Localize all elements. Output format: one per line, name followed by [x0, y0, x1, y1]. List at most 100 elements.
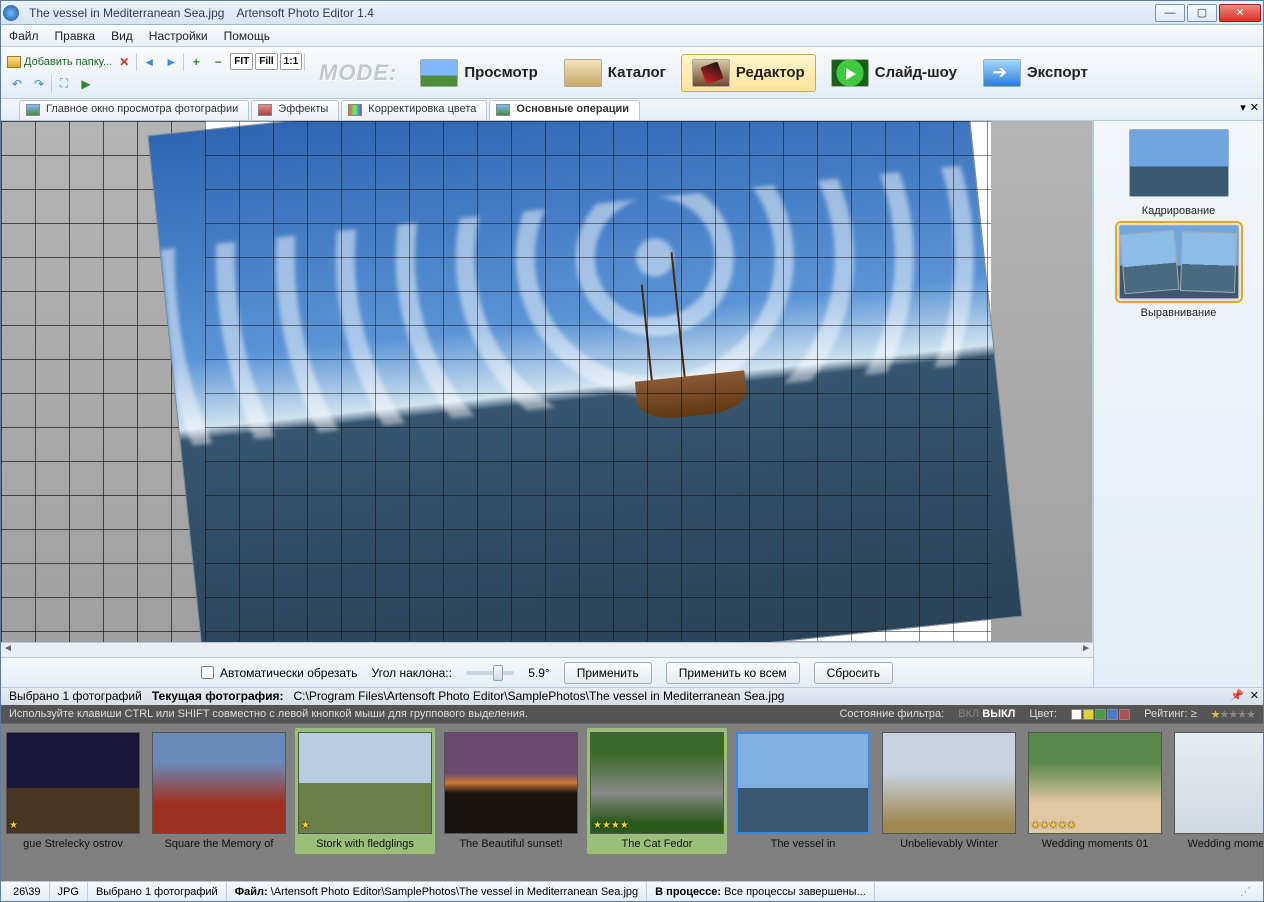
delete-icon[interactable]: ✕	[114, 52, 134, 72]
tab-main-view[interactable]: Главное окно просмотра фотографии	[19, 100, 249, 120]
menu-file[interactable]: Файл	[9, 29, 39, 43]
filmstrip[interactable]: ★ gue Strelecky ostrov Square the Memory o…	[1, 723, 1263, 881]
ops-panel: Кадрирование Выравнивание	[1093, 121, 1263, 687]
mode-export[interactable]: Экспорт	[972, 54, 1099, 92]
slider-thumb[interactable]	[493, 665, 503, 681]
selected-count: Выбрано 1 фотографий	[9, 689, 142, 704]
next-icon[interactable]: ►	[161, 52, 181, 72]
status-format: JPG	[50, 882, 88, 901]
prev-icon[interactable]: ◄	[139, 52, 159, 72]
menu-help[interactable]: Помощь	[224, 29, 270, 43]
status-proc-value: Все процессы завершены...	[724, 886, 866, 898]
editor-tabs: Главное окно просмотра фотографии Эффект…	[1, 99, 1263, 121]
canvas-hscroll[interactable]	[1, 642, 1093, 657]
panel-close-icon[interactable]: ✕	[1250, 689, 1259, 702]
straighten-controls: Автоматически обрезать Угол наклона:: 5.…	[1, 657, 1093, 687]
thumbnail-image: ★	[298, 732, 432, 834]
grid-overlay	[205, 121, 991, 641]
filmstrip-item[interactable]: Wedding moments 02	[1171, 728, 1263, 854]
op-crop[interactable]	[1129, 129, 1229, 197]
angle-value: 5.9°	[528, 666, 549, 680]
info-strip: Выбрано 1 фотографий Текущая фотография:…	[1, 687, 1263, 705]
zoom-1to1-button[interactable]: 1:1	[280, 53, 302, 70]
add-folder-label: Добавить папку...	[24, 56, 112, 68]
filter-rating-label: Рейтинг: ≥	[1144, 708, 1197, 720]
filter-on[interactable]: ВКЛ	[958, 708, 979, 720]
thumbnail-caption: Wedding moments 02	[1175, 838, 1263, 850]
play-icon[interactable]: ▶	[76, 74, 96, 94]
color-icon	[348, 104, 362, 116]
photo-icon	[26, 104, 40, 116]
mode-catalog[interactable]: Каталог	[553, 54, 677, 92]
menu-edit[interactable]: Правка	[55, 29, 96, 43]
current-path: C:\Program Files\Artensoft Photo Editor\…	[294, 689, 785, 704]
thumbnail-caption: Square the Memory of	[153, 838, 285, 850]
zoom-out-icon[interactable]: −	[208, 52, 228, 72]
maximize-button[interactable]: ▢	[1187, 4, 1217, 22]
mode-slideshow[interactable]: Слайд-шоу	[820, 54, 968, 92]
tab-close-icon[interactable]: ✕	[1250, 101, 1259, 114]
fullscreen-icon[interactable]: ⛶	[54, 74, 74, 94]
rating-badge: ★	[9, 820, 18, 831]
filmstrip-item[interactable]: The Beautiful sunset!	[441, 728, 581, 854]
zoom-in-icon[interactable]: +	[186, 52, 206, 72]
close-button[interactable]: ✕	[1219, 4, 1261, 22]
filmstrip-item[interactable]: ★ Stork with fledglings	[295, 728, 435, 854]
angle-label: Угол наклона::	[372, 666, 452, 680]
rotate-cw-icon[interactable]: ↷	[29, 74, 49, 94]
thumbnail-caption: Unbelievably Winter	[883, 838, 1015, 850]
menubar: Файл Правка Вид Настройки Помощь	[1, 25, 1263, 47]
tab-dropdown-icon[interactable]: ▾	[1240, 101, 1246, 114]
app-icon	[3, 5, 19, 21]
apply-button[interactable]: Применить	[564, 662, 652, 684]
filmstrip-item[interactable]: Unbelievably Winter	[879, 728, 1019, 854]
reset-button[interactable]: Сбросить	[814, 662, 893, 684]
angle-slider[interactable]	[466, 671, 514, 675]
filmstrip-item[interactable]: ★ gue Strelecky ostrov	[3, 728, 143, 854]
thumbnail-caption: Stork with fledglings	[299, 838, 431, 850]
ops-icon	[496, 104, 510, 116]
color-swatches[interactable]	[1071, 709, 1130, 720]
status-proc-label: В процессе:	[655, 886, 721, 898]
fx-icon	[258, 104, 272, 116]
filter-state-label: Состояние фильтра:	[839, 708, 944, 720]
mode-view[interactable]: Просмотр	[409, 54, 548, 92]
op-crop-label: Кадрирование	[1142, 205, 1216, 217]
filmstrip-item[interactable]: Square the Memory of	[149, 728, 289, 854]
status-selected: Выбрано 1 фотографий	[88, 882, 227, 901]
thumbnail-image	[1174, 732, 1263, 834]
menu-view[interactable]: Вид	[111, 29, 133, 43]
filter-strip: Используйте клавиши CTRL или SHIFT совме…	[1, 705, 1263, 723]
op-straighten[interactable]	[1119, 225, 1239, 299]
filter-off[interactable]: ВЫКЛ	[982, 708, 1015, 720]
auto-crop-checkbox[interactable]: Автоматически обрезать	[201, 666, 358, 680]
rotate-ccw-icon[interactable]: ↶	[7, 74, 27, 94]
view-icon	[420, 59, 458, 87]
zoom-fit-button[interactable]: FIT	[230, 53, 253, 70]
mode-editor[interactable]: Редактор	[681, 54, 816, 92]
thumbnail-image	[444, 732, 578, 834]
zoom-fill-button[interactable]: Fill	[255, 53, 277, 70]
rating-badge: ★★★★★	[1031, 820, 1076, 831]
filmstrip-item[interactable]: ★★★★★Wedding moments 01	[1025, 728, 1165, 854]
canvas[interactable]	[1, 121, 1093, 642]
thumbnail-caption: gue Strelecky ostrov	[7, 838, 139, 850]
rating-stars[interactable]: ★★★★★	[1211, 708, 1255, 721]
minimize-button[interactable]: —	[1155, 4, 1185, 22]
thumbnail-image	[152, 732, 286, 834]
pin-icon[interactable]: 📌	[1230, 689, 1244, 702]
apply-all-button[interactable]: Применить ко всем	[666, 662, 800, 684]
resize-grip[interactable]: ⋰	[1232, 882, 1259, 901]
rating-badge: ★★★★	[593, 820, 629, 831]
filmstrip-item[interactable]: The vessel in	[733, 728, 873, 854]
thumbnail-caption: The Cat Fedor	[591, 838, 723, 850]
tab-basic-ops[interactable]: Основные операции	[489, 100, 640, 120]
tab-effects[interactable]: Эффекты	[251, 100, 339, 120]
menu-settings[interactable]: Настройки	[149, 29, 208, 43]
add-folder-button[interactable]: Добавить папку...	[7, 56, 112, 68]
filmstrip-item[interactable]: ★★★★ The Cat Fedor	[587, 728, 727, 854]
op-straighten-label: Выравнивание	[1141, 307, 1217, 319]
thumbnail-image	[736, 732, 870, 834]
hint-text: Используйте клавиши CTRL или SHIFT совме…	[9, 708, 528, 720]
tab-color[interactable]: Корректировка цвета	[341, 100, 487, 120]
